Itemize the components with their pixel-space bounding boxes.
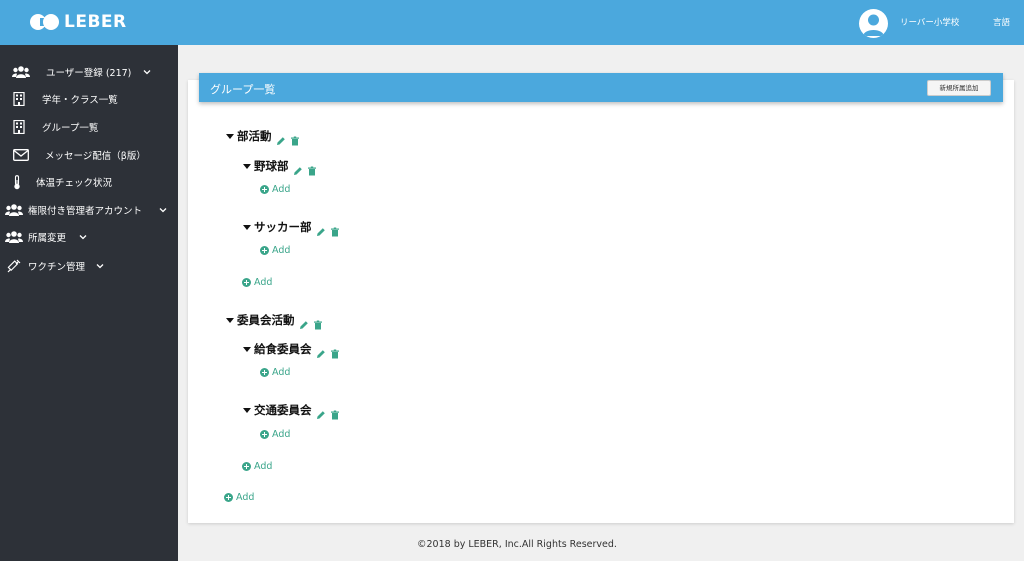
sidebar-item-group-list[interactable]: グループ一覧: [0, 116, 178, 138]
delete-trash-icon[interactable]: [307, 161, 317, 176]
add-label: Add: [272, 429, 291, 440]
sidebar-item-label: ワクチン管理: [28, 262, 86, 273]
building-icon: [10, 91, 28, 107]
add-new-affiliation-button[interactable]: 新規所属追加: [927, 80, 991, 96]
plus-circle-icon: [260, 246, 269, 255]
plus-circle-icon: [260, 368, 269, 377]
top-header: LEBER リーバー小学校 言語: [0, 0, 1024, 45]
sidebar-item-label: 体温チェック状況: [36, 178, 113, 189]
delete-trash-icon[interactable]: [313, 315, 323, 330]
sidebar-item-label: 所属変更: [28, 233, 67, 244]
group-name: 委員会活動: [237, 313, 295, 327]
sidebar-item-label: グループ一覧: [42, 123, 99, 134]
add-link[interactable]: Add: [260, 367, 290, 378]
edit-pencil-icon[interactable]: [293, 161, 303, 175]
delete-trash-icon[interactable]: [330, 344, 340, 359]
sidebar-item-label: 権限付き管理者アカウント: [28, 206, 143, 217]
caret-down-icon[interactable]: [226, 317, 234, 323]
tree-node-group[interactable]: 委員会活動: [226, 312, 323, 330]
sidebar-item-affiliation-change[interactable]: 所属変更: [0, 226, 178, 248]
sidebar-item-vaccine-management[interactable]: ワクチン管理: [0, 255, 178, 277]
chevron-down-icon: [159, 206, 167, 214]
thermometer-icon: [8, 174, 26, 190]
add-label: Add: [236, 492, 255, 503]
sidebar-item-messages[interactable]: メッセージ配信（β版）: [0, 144, 178, 166]
edit-pencil-icon[interactable]: [316, 405, 326, 419]
group-name: 部活動: [237, 129, 272, 143]
language-menu[interactable]: 言語: [993, 16, 1010, 28]
plus-circle-icon: [260, 185, 269, 194]
edit-pencil-icon[interactable]: [316, 344, 326, 358]
add-label: Add: [254, 277, 273, 288]
plus-circle-icon: [242, 278, 251, 287]
sidebar-item-admin-accounts[interactable]: 権限付き管理者アカウント: [0, 199, 178, 221]
users-icon: [5, 202, 23, 218]
plus-circle-icon: [260, 430, 269, 439]
subgroup-name: サッカー部: [254, 220, 312, 234]
caret-down-icon[interactable]: [243, 346, 251, 352]
footer-copyright: ©2018 by LEBER, Inc.All Rights Reserved.: [417, 539, 617, 550]
plus-circle-icon: [224, 493, 233, 502]
tree-node-group[interactable]: 部活動: [226, 128, 300, 146]
group-list-card: [188, 80, 1014, 523]
caret-down-icon[interactable]: [226, 133, 234, 139]
edit-pencil-icon[interactable]: [316, 222, 326, 236]
add-link[interactable]: Add: [260, 245, 290, 256]
delete-trash-icon[interactable]: [330, 405, 340, 420]
add-link[interactable]: Add: [242, 461, 272, 472]
sidebar-item-user-registration[interactable]: ユーザー登録 (217): [0, 61, 178, 83]
sidebar-item-label: ユーザー登録 (217): [46, 68, 132, 79]
caret-down-icon[interactable]: [243, 224, 251, 230]
sidebar-item-label: 学年・クラス一覧: [42, 95, 118, 106]
add-label: Add: [272, 245, 291, 256]
tree-node-subgroup[interactable]: サッカー部: [243, 219, 340, 237]
add-label: Add: [254, 461, 273, 472]
sidebar: ユーザー登録 (217) 学年・クラス一覧 グループ一覧 メッセージ配信（β版）…: [0, 45, 178, 561]
envelope-icon: [12, 147, 30, 163]
delete-trash-icon[interactable]: [330, 222, 340, 237]
chevron-down-icon: [79, 233, 87, 241]
logo-text: LEBER: [64, 12, 127, 32]
sidebar-item-label: メッセージ配信（β版）: [45, 151, 146, 162]
user-avatar-icon[interactable]: [859, 9, 888, 38]
subgroup-name: 野球部: [254, 159, 289, 173]
users-icon: [12, 64, 30, 80]
tree-node-subgroup[interactable]: 野球部: [243, 158, 317, 176]
subgroup-name: 交通委員会: [254, 403, 312, 417]
sidebar-item-temperature-check[interactable]: 体温チェック状況: [0, 171, 178, 193]
tree-node-subgroup[interactable]: 給食委員会: [243, 341, 340, 359]
card-header: グループ一覧 新規所属追加: [199, 73, 1003, 102]
plus-circle-icon: [242, 462, 251, 471]
subgroup-name: 給食委員会: [254, 342, 312, 356]
add-label: Add: [272, 184, 291, 195]
leber-logo[interactable]: LEBER: [30, 12, 127, 32]
add-link[interactable]: Add: [260, 429, 290, 440]
sidebar-item-grade-class[interactable]: 学年・クラス一覧: [0, 88, 178, 110]
add-link[interactable]: Add: [224, 492, 254, 503]
chevron-down-icon: [143, 68, 151, 76]
chevron-down-icon: [96, 262, 104, 270]
syringe-icon: [5, 258, 23, 274]
caret-down-icon[interactable]: [243, 163, 251, 169]
school-name[interactable]: リーバー小学校: [900, 16, 959, 28]
building-icon: [10, 119, 28, 135]
page-title: グループ一覧: [210, 83, 276, 96]
add-link[interactable]: Add: [242, 277, 272, 288]
add-label: Add: [272, 367, 291, 378]
logo-icon: [30, 12, 60, 32]
caret-down-icon[interactable]: [243, 407, 251, 413]
tree-node-subgroup[interactable]: 交通委員会: [243, 402, 340, 420]
delete-trash-icon[interactable]: [290, 131, 300, 146]
edit-pencil-icon[interactable]: [276, 131, 286, 145]
add-link[interactable]: Add: [260, 184, 290, 195]
edit-pencil-icon[interactable]: [299, 315, 309, 329]
users-icon: [5, 229, 23, 245]
